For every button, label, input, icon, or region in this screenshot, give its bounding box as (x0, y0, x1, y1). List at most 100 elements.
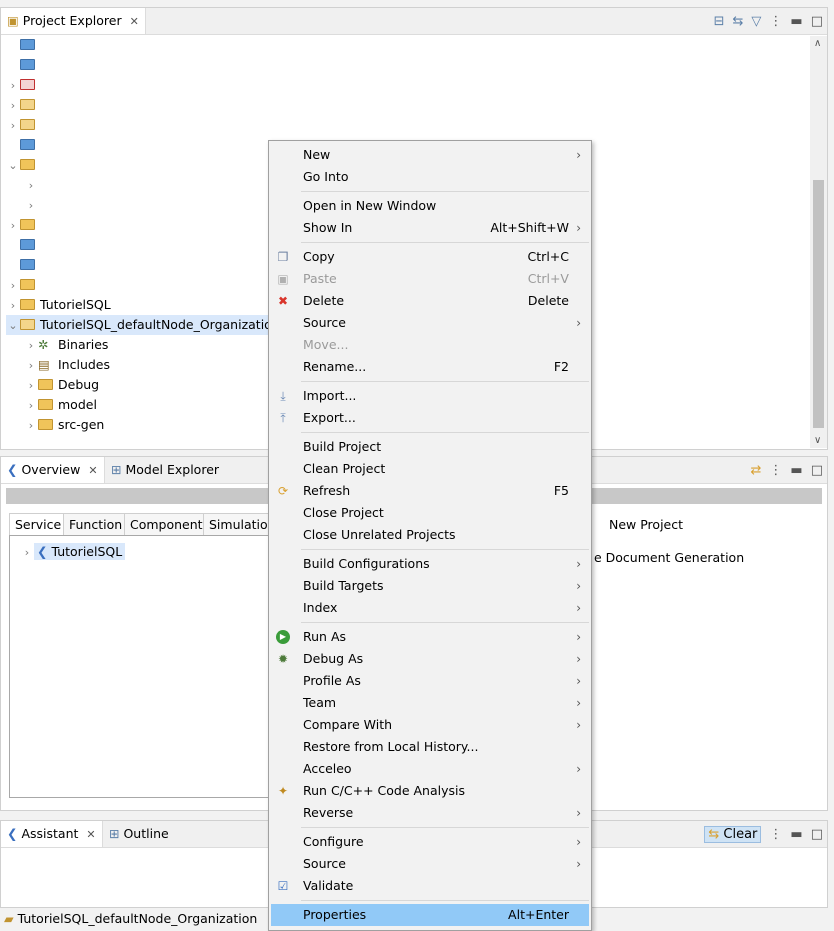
menu-item-refresh[interactable]: ⟳ Refresh F5 (271, 480, 589, 502)
menu-item-build-configurations[interactable]: Build Configurations › (271, 553, 589, 575)
tree-item[interactable]: › Debug (24, 375, 99, 395)
chevron-right-icon[interactable]: › (24, 376, 38, 396)
chevron-right-icon[interactable]: › (24, 176, 38, 196)
tree-item[interactable]: › TutorielSQL (6, 295, 111, 315)
subtab-component[interactable]: Component (124, 513, 209, 535)
menu-item-go-into[interactable]: Go Into (271, 166, 589, 188)
menu-item-index[interactable]: Index › (271, 597, 589, 619)
overview-tree-item[interactable]: › ❮ TutorielSQL (20, 542, 126, 563)
tab-overview[interactable]: ❮ Overview ✕ (1, 457, 105, 483)
menu-item-source[interactable]: Source › (271, 853, 589, 875)
menu-item-copy[interactable]: ❐ Copy Ctrl+C (271, 246, 589, 268)
view-menu-icon[interactable]: ⋮ (769, 463, 782, 478)
subtab-service[interactable]: Service (9, 513, 68, 535)
scroll-down-icon[interactable]: ∨ (814, 435, 821, 446)
menu-item-acceleo[interactable]: Acceleo › (271, 758, 589, 780)
view-menu-icon[interactable]: ⋮ (769, 14, 782, 29)
menu-item-validate[interactable]: ☑ Validate (271, 875, 589, 897)
menu-item-build-project[interactable]: Build Project (271, 436, 589, 458)
collapse-all-icon[interactable]: ⊟ (714, 14, 725, 29)
chevron-right-icon[interactable]: › (20, 543, 34, 563)
chevron-right-icon[interactable]: › (24, 396, 38, 416)
menu-item-build-targets[interactable]: Build Targets › (271, 575, 589, 597)
chevron-down-icon[interactable]: ⌄ (6, 316, 20, 336)
link-with-editor-icon[interactable]: ⇆ (733, 14, 744, 29)
menu-item-properties[interactable]: Properties Alt+Enter (271, 904, 589, 926)
menu-item-team[interactable]: Team › (271, 692, 589, 714)
chevron-right-icon[interactable]: › (24, 336, 38, 356)
sync-icon[interactable]: ⇄ (751, 463, 762, 478)
chevron-right-icon[interactable]: › (24, 356, 38, 376)
tab-project-explorer[interactable]: ▣ Project Explorer ✕ (1, 8, 146, 34)
menu-item-close-project[interactable]: Close Project (271, 502, 589, 524)
tree-item[interactable]: › (24, 175, 38, 195)
menu-item-show-in[interactable]: Show In Alt+Shift+W › (271, 217, 589, 239)
menu-item-run-as[interactable]: ▶ Run As › (271, 626, 589, 648)
tree-item[interactable]: › src-gen (24, 415, 105, 436)
menu-item-export[interactable]: ⤒ Export... (271, 407, 589, 429)
chevron-right-icon[interactable]: › (6, 96, 20, 116)
tree-item[interactable] (6, 35, 40, 55)
tree-item[interactable]: ⌄ TutorielSQL_defaultNode_Organization (6, 315, 280, 335)
tab-model-explorer[interactable]: ⊞ Model Explorer (105, 457, 225, 483)
chevron-right-icon[interactable]: › (24, 196, 38, 216)
menu-item-rename[interactable]: Rename... F2 (271, 356, 589, 378)
menu-separator (301, 827, 589, 828)
chevron-right-icon[interactable]: › (6, 276, 20, 296)
clear-button[interactable]: ⇆ Clear (704, 825, 762, 843)
maximize-icon[interactable]: □ (811, 14, 823, 29)
scrollbar-thumb[interactable] (813, 180, 824, 428)
menu-item-reverse[interactable]: Reverse › (271, 802, 589, 824)
filter-icon[interactable]: ▽ (751, 14, 761, 29)
minimize-icon[interactable]: ▬ (790, 14, 802, 29)
chevron-right-icon[interactable]: › (6, 216, 20, 236)
tree-item[interactable]: › ✲ Binaries (24, 335, 109, 356)
minimize-icon[interactable]: ▬ (790, 827, 802, 842)
menu-item-new[interactable]: New › (271, 144, 589, 166)
tree-item[interactable] (6, 55, 40, 75)
tree-item[interactable] (6, 255, 40, 275)
menu-item-import[interactable]: ⤓ Import... (271, 385, 589, 407)
tree-item[interactable]: › (24, 195, 38, 215)
tree-item[interactable] (6, 235, 40, 255)
menu-item-restore-from-local-history[interactable]: Restore from Local History... (271, 736, 589, 758)
menu-item-run-c-c-code-analysis[interactable]: ✦ Run C/C++ Code Analysis (271, 780, 589, 802)
menu-item-delete[interactable]: ✖ Delete Delete (271, 290, 589, 312)
chevron-right-icon[interactable]: › (24, 416, 38, 436)
menu-item-debug-as[interactable]: ✹ Debug As › (271, 648, 589, 670)
maximize-icon[interactable]: □ (811, 827, 823, 842)
menu-item-clean-project[interactable]: Clean Project (271, 458, 589, 480)
tree-item[interactable] (6, 135, 40, 155)
chevron-right-icon[interactable]: › (6, 76, 20, 96)
project-tree-scrollbar[interactable]: ∧ ∨ (810, 36, 827, 448)
new-project-link[interactable]: New Project (609, 517, 683, 532)
tab-outline[interactable]: ⊞ Outline (103, 821, 175, 847)
menu-item-profile-as[interactable]: Profile As › (271, 670, 589, 692)
menu-item-open-in-new-window[interactable]: Open in New Window (271, 195, 589, 217)
close-icon[interactable]: ✕ (130, 15, 139, 28)
tree-item[interactable]: › model (24, 395, 97, 415)
close-icon[interactable]: ✕ (86, 828, 95, 841)
chevron-down-icon[interactable]: ⌄ (6, 156, 20, 176)
tree-item[interactable]: › ▤ Includes (24, 355, 110, 375)
menu-item-configure[interactable]: Configure › (271, 831, 589, 853)
tree-item[interactable]: ⌄ (6, 155, 40, 175)
view-menu-icon[interactable]: ⋮ (769, 827, 782, 842)
document-generation-link[interactable]: e Document Generation (594, 550, 744, 565)
tab-assistant[interactable]: ❮ Assistant ✕ (1, 821, 103, 847)
chevron-right-icon[interactable]: › (6, 116, 20, 136)
menu-item-compare-with[interactable]: Compare With › (271, 714, 589, 736)
chevron-right-icon[interactable]: › (6, 296, 20, 316)
menu-item-source[interactable]: Source › (271, 312, 589, 334)
subtab-function[interactable]: Function (63, 513, 129, 535)
minimize-icon[interactable]: ▬ (790, 463, 802, 478)
scroll-up-icon[interactable]: ∧ (814, 38, 821, 49)
tree-item[interactable]: › (6, 275, 40, 295)
menu-item-close-unrelated-projects[interactable]: Close Unrelated Projects (271, 524, 589, 546)
tree-item[interactable]: › (6, 95, 40, 115)
tree-item[interactable]: › (6, 215, 40, 235)
close-icon[interactable]: ✕ (88, 464, 97, 477)
tree-item[interactable]: › (6, 75, 40, 95)
tree-item[interactable]: › (6, 115, 40, 135)
maximize-icon[interactable]: □ (811, 463, 823, 478)
